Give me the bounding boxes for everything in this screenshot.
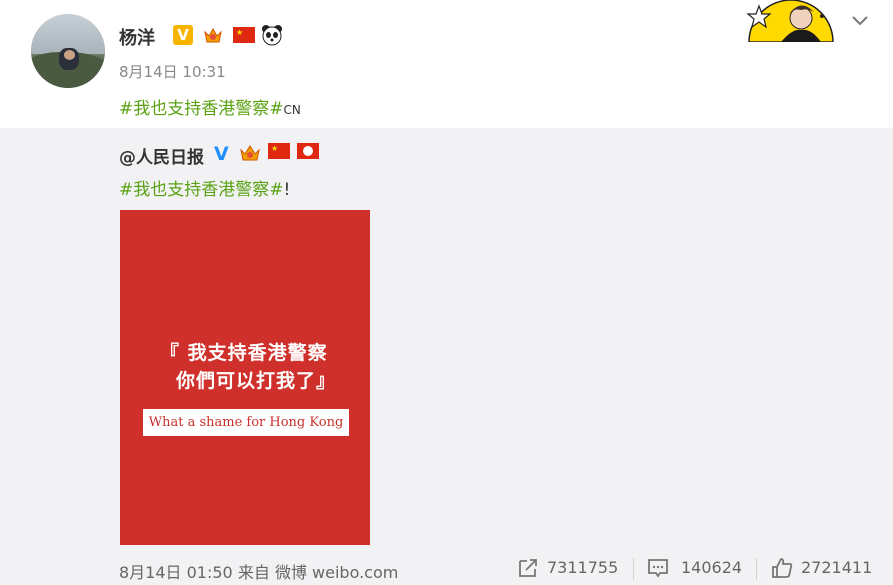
topic-text[interactable]: #我也支持香港警察# (119, 99, 284, 119)
repost-icon[interactable] (517, 557, 539, 579)
topic-suffix: CN (283, 103, 301, 117)
decorative-card-icon (746, 0, 834, 42)
crown-badge-icon[interactable] (239, 142, 261, 164)
poster-line-1: 『 我支持香港警察 (160, 342, 328, 364)
repost-topic-suffix: ! (283, 180, 291, 200)
post-topic[interactable]: #我也支持香港警察#CN (119, 94, 301, 119)
post-time[interactable]: 8月14日 10:31 (119, 61, 226, 82)
source-link[interactable]: 微博 weibo.com (275, 563, 398, 582)
chevron-down-icon[interactable] (850, 10, 870, 30)
orange-v-badge-icon[interactable]: V (173, 25, 193, 45)
username[interactable]: 杨洋 (119, 24, 155, 50)
post-image[interactable]: 『 我支持香港警察 你們可以打我了』 What a shame for Hong… (120, 210, 370, 545)
repost-time[interactable]: 8月14日 01:50 (119, 563, 233, 582)
repost-footer: 8月14日 01:50 来自 微博 weibo.com (119, 559, 398, 583)
divider (633, 558, 634, 580)
like-count[interactable]: 2721411 (801, 558, 872, 577)
comment-count[interactable]: 140624 (681, 558, 742, 577)
blue-v-badge-icon: V (214, 143, 229, 165)
poster-line-2: 你們可以打我了』 (176, 370, 337, 392)
avatar[interactable] (31, 14, 105, 88)
avatar-face (64, 50, 75, 60)
hong-kong-flag-icon (297, 143, 319, 159)
panda-icon (262, 25, 282, 46)
repost-count[interactable]: 7311755 (547, 558, 618, 577)
repost-topic[interactable]: #我也支持香港警察#! (119, 175, 290, 200)
original-author[interactable]: @人民日报 (119, 143, 204, 168)
original-post: 杨洋 V ★ 8月14日 10:31 #我也支持香港警察#CN (0, 0, 893, 128)
source-prefix: 来自 (237, 563, 270, 582)
comment-icon[interactable] (647, 557, 669, 579)
china-flag-icon: ★ (233, 27, 255, 43)
divider (756, 558, 757, 580)
poster-caption: What a shame for Hong Kong (143, 409, 349, 436)
repost-topic-text[interactable]: #我也支持香港警察# (119, 180, 284, 200)
like-icon[interactable] (771, 557, 793, 579)
crown-badge-icon[interactable] (203, 25, 223, 45)
china-flag-icon: ★ (268, 143, 290, 159)
